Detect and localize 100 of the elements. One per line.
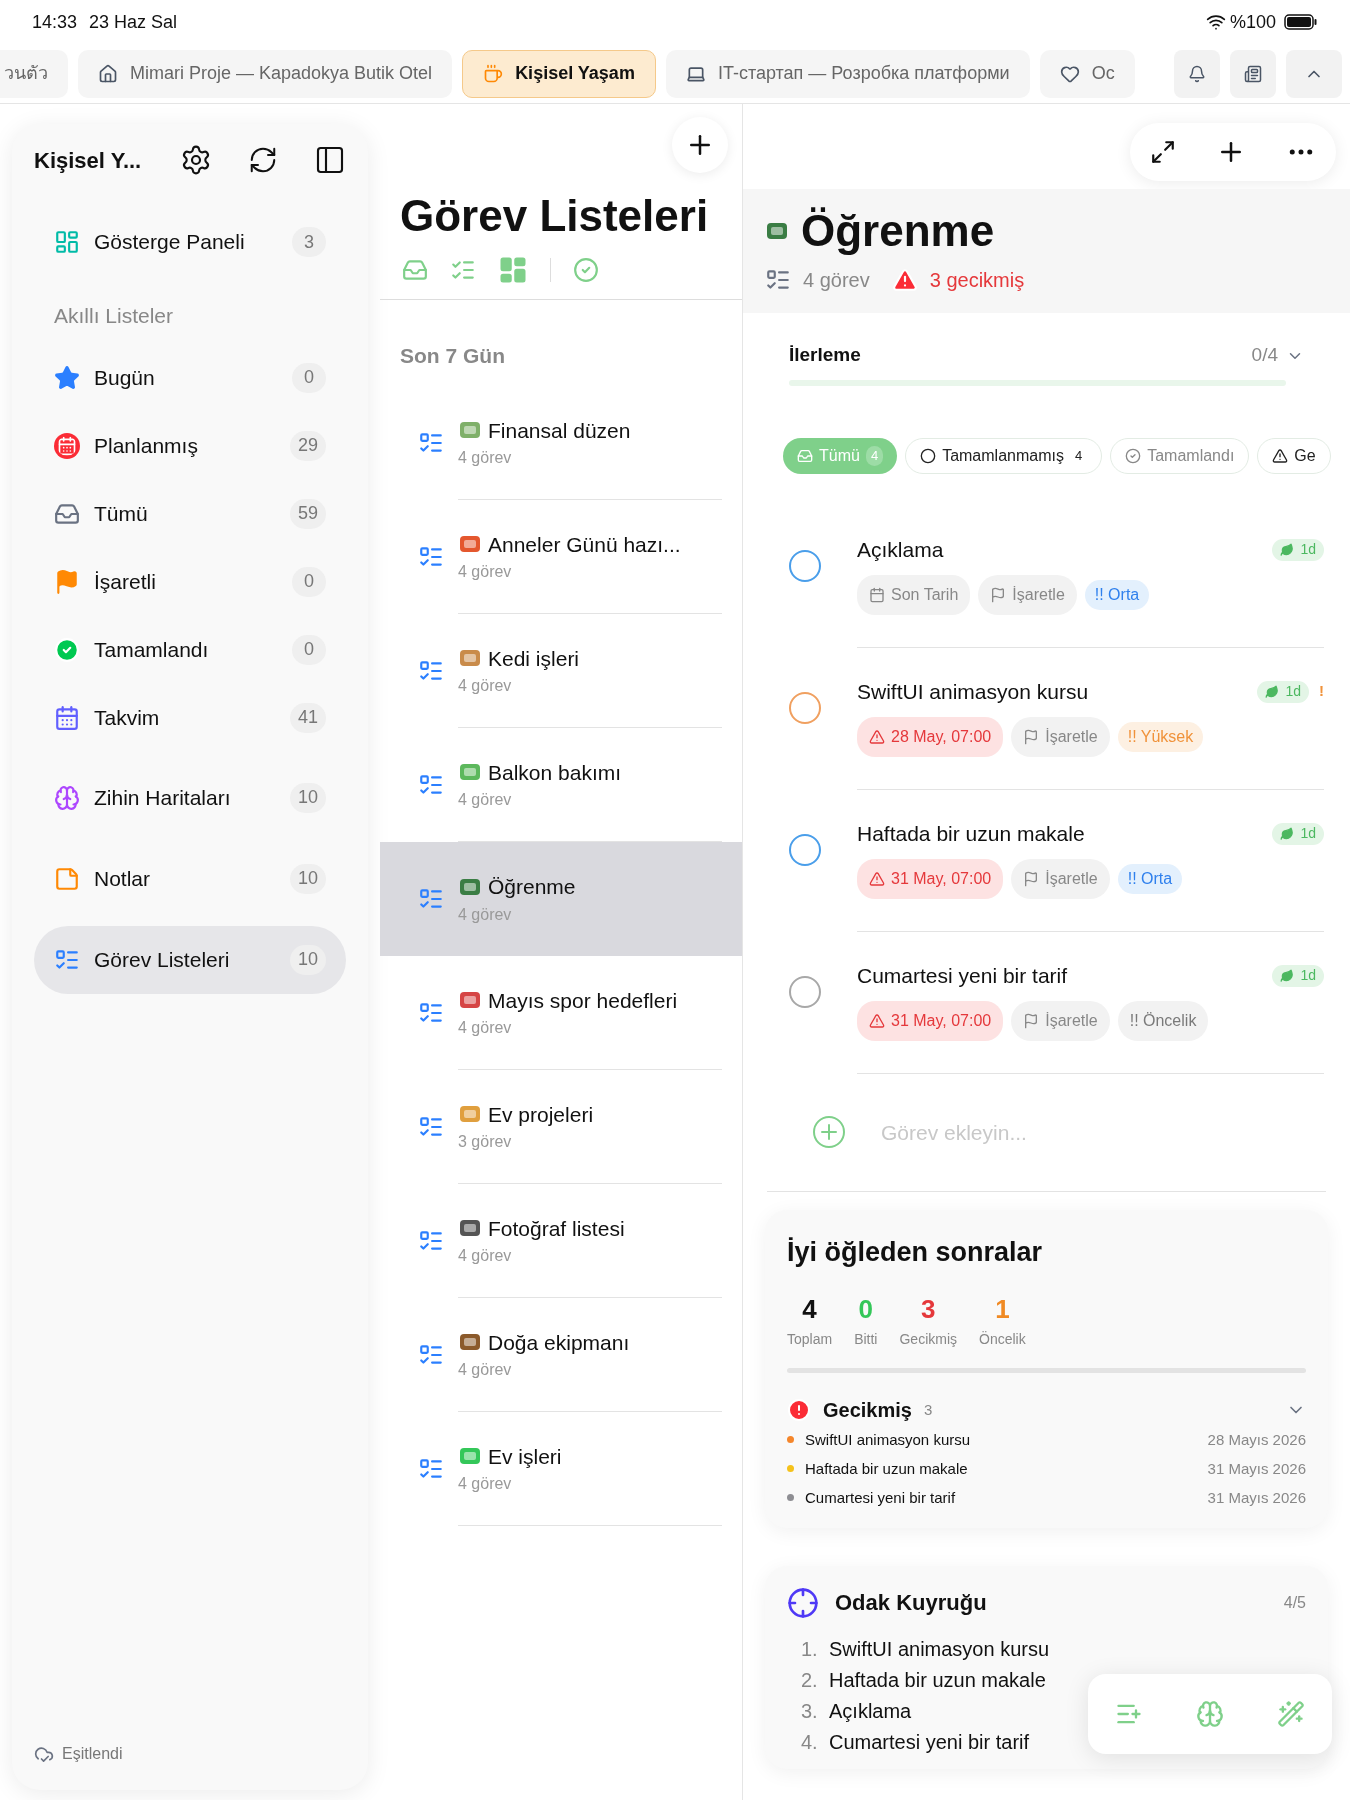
focus-task: Cumartesi yeni bir tarif	[829, 1729, 1030, 1755]
task-list-item[interactable]: Anneler Günü hazı... 4 görev	[380, 499, 742, 614]
task-list-item[interactable]: Balkon bakımı 4 görev	[380, 727, 742, 842]
task-list-item[interactable]: Finansal düzen 4 görev	[380, 385, 742, 500]
count-badge: 0	[292, 362, 326, 393]
list-name: Kedi işleri	[488, 645, 580, 672]
task-title: Açıklama	[857, 536, 945, 563]
stat-label: Gecikmiş	[899, 1330, 958, 1350]
notifications-button[interactable]	[1174, 49, 1220, 98]
sidebar-item[interactable]: Görev Listeleri 10	[34, 925, 346, 994]
count-badge: 0	[292, 634, 326, 665]
sidebar-item[interactable]: Tamamlandı 0	[34, 615, 346, 684]
list-name: Doğa ekipmanı	[488, 1329, 630, 1356]
sidebar-item-label: Planlanmış	[94, 432, 199, 459]
sidebar-item-icon	[54, 432, 80, 459]
task-checkbox[interactable]	[789, 975, 821, 1008]
check-circle-icon[interactable]	[573, 256, 599, 283]
list-name: Mayıs spor hedefleri	[488, 987, 678, 1014]
priority-chip[interactable]: !! Öncelik	[1117, 1001, 1209, 1042]
sidebar-item[interactable]: Gösterge Paneli 3	[34, 208, 346, 276]
overdue-task: SwiftUI animasyon kursu	[805, 1429, 972, 1450]
task-list-item[interactable]: Ev işleri 4 görev	[380, 1411, 742, 1526]
reader-button[interactable]	[1230, 49, 1276, 98]
task-checkbox[interactable]	[789, 691, 821, 724]
filter-icon	[1125, 447, 1142, 464]
sidebar-item-icon	[54, 229, 80, 255]
focus-task: SwiftUI animasyon kursu	[829, 1636, 1050, 1662]
expand-icon[interactable]	[1150, 138, 1176, 165]
focus-reading: 4/5	[1283, 1592, 1306, 1613]
newspaper-icon	[1244, 64, 1262, 83]
overdue-section-count: 3	[923, 1400, 933, 1421]
warning-icon	[869, 729, 885, 746]
task-list-item[interactable]: Doğa ekipmanı 4 görev	[380, 1297, 742, 1412]
alert-mark: !	[1319, 681, 1324, 702]
filter-icon	[1272, 447, 1289, 464]
page-title: Görev Listeleri	[399, 192, 710, 241]
task-title: Haftada bir uzun makale	[857, 820, 1086, 847]
leaf-icon	[1280, 542, 1295, 557]
settings-icon[interactable]	[180, 144, 212, 176]
count-badge: 10	[289, 944, 326, 975]
task-list-item[interactable]: Mayıs spor hedefleri 4 görev	[380, 955, 742, 1070]
list-name: Finansal düzen	[488, 417, 631, 444]
due-date-chip[interactable]: 31 May, 07:00	[857, 1001, 1004, 1042]
progress-label: İlerleme	[789, 343, 862, 368]
list-task-count: 4 görev	[458, 1360, 513, 1381]
sidebar-toggle-icon[interactable]	[314, 144, 346, 176]
sidebar-item[interactable]: İşaretli 0	[34, 547, 346, 616]
list-task-count: 4 görev	[458, 1018, 513, 1039]
item-number: 4.	[801, 1729, 819, 1755]
sidebar-item-icon	[54, 636, 80, 663]
filter-count: 4	[865, 446, 884, 466]
sidebar-item[interactable]: Zihin Haritaları 10	[34, 763, 346, 832]
sidebar-item[interactable]: Notlar 10	[34, 844, 346, 913]
brain-icon[interactable]	[1196, 1700, 1224, 1728]
list-task-count: 4 görev	[458, 676, 513, 697]
workspace-tab[interactable]: Oc	[1039, 49, 1135, 98]
sidebar-item-label: Gösterge Paneli	[94, 229, 246, 256]
task-list-item[interactable]: Öğrenme 4 görev	[380, 841, 742, 956]
tag-badge: 1d	[1272, 538, 1324, 561]
warning-icon	[891, 267, 918, 294]
count-badge: 3	[292, 227, 326, 257]
sync-icon[interactable]	[248, 145, 278, 175]
sidebar-item[interactable]: Takvim 41	[34, 683, 346, 752]
overdue-title: Gecikmiş	[823, 1398, 912, 1424]
count-badge: 29	[289, 430, 326, 461]
due-date-chip[interactable]: 28 May, 07:00	[857, 717, 1004, 758]
task-list-item[interactable]: Kedi işleri 4 görev	[380, 613, 742, 728]
sidebar-item[interactable]: Bugün 0	[34, 343, 346, 412]
stat-value: 3	[921, 1293, 936, 1327]
task-checkbox[interactable]	[789, 833, 821, 866]
list-name: Fotoğraf listesi	[488, 1215, 625, 1242]
workspace-tab[interactable]: IT-стартап — Розробка платформи	[665, 49, 1030, 98]
workspace-tab[interactable]: Kişisel Yaşam	[462, 49, 656, 98]
warning-icon	[869, 1013, 885, 1030]
section-header: Son 7 Gün	[399, 343, 506, 370]
sidebar-item-label: Takvim	[94, 704, 161, 731]
sidebar-item[interactable]: Planlanmış 29	[34, 411, 346, 480]
warning-icon	[869, 871, 885, 888]
task-list-item[interactable]: Fotoğraf listesi 4 görev	[380, 1183, 742, 1298]
leaf-icon	[1280, 826, 1295, 841]
task-checkbox[interactable]	[789, 549, 821, 582]
focus-task: Haftada bir uzun makale	[829, 1667, 1046, 1693]
workspace-tab[interactable]: Mimari Proje — Kapadokya Butik Otel	[78, 49, 453, 98]
sidebar-item[interactable]: Tümü 59	[34, 479, 346, 548]
due-date-chip[interactable]: 31 May, 07:00	[857, 859, 1004, 900]
task-list-item[interactable]: Ev projeleri 3 görev	[380, 1069, 742, 1184]
list-task-count: 4 görev	[458, 1246, 513, 1267]
list-task-count: 3 görev	[458, 1132, 513, 1153]
greeting: İyi öğleden sonralar	[787, 1235, 1044, 1269]
sidebar-item-icon	[54, 865, 80, 892]
workspace-tab[interactable]: วนตัว	[0, 49, 68, 98]
list-name: Anneler Günü hazı...	[488, 531, 681, 558]
sidebar-item-label: Görev Listeleri	[94, 946, 231, 973]
count-badge: 10	[289, 782, 326, 813]
add-task-icon[interactable]	[813, 1116, 845, 1149]
sidebar-item-icon	[54, 568, 80, 595]
list-task-count: 4 görev	[458, 904, 513, 925]
flag-icon	[1023, 1013, 1040, 1030]
magic-wand-icon[interactable]	[1277, 1700, 1306, 1728]
item-number: 3.	[801, 1698, 819, 1724]
